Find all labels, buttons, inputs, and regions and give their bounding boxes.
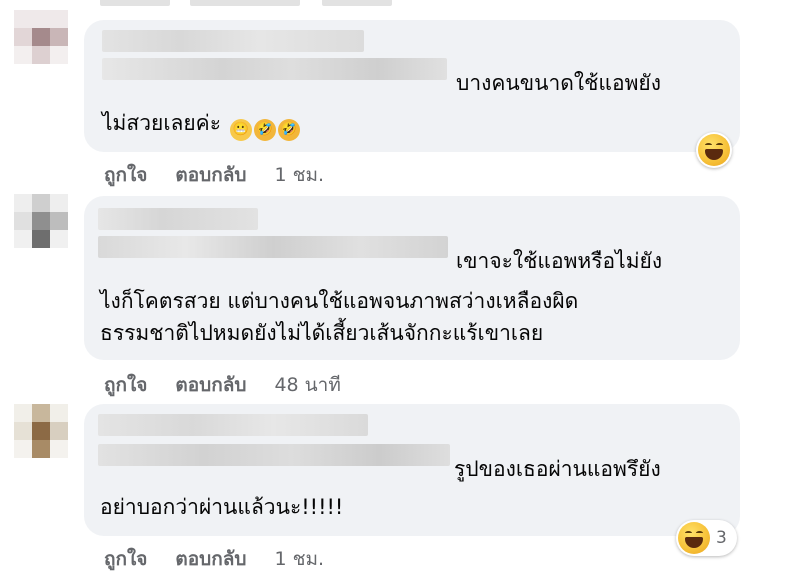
grimace-emoji: 😬 [229, 119, 252, 141]
avatar[interactable] [14, 194, 68, 248]
comment-text-line-1: เขาจะใช้แอพหรือไม่ยัง [456, 249, 663, 273]
reply-button[interactable]: ตอบกลับ [175, 370, 246, 400]
comment-actions: ถูกใจ ตอบกลับ 1 ชม. [104, 544, 324, 574]
comment-text-line-1: บางคนขนาดใช้แอพยัง [456, 71, 661, 95]
avatar[interactable] [14, 404, 68, 458]
comment-bubble: บางคนขนาดใช้แอพยัง ไม่สวยเลยค่ะ 😬 🤣 🤣 [84, 20, 740, 152]
timestamp[interactable]: 1 ชม. [274, 160, 324, 190]
comment-bubble: เขาจะใช้แอพหรือไม่ยัง ไงก็โคตรสวย แต่บาง… [84, 196, 740, 360]
comment-text-line-3: ธรรมชาติไปหมดยังไม่ได้เสี้ยวเส้นจักกะแร้… [100, 321, 544, 345]
avatar[interactable] [14, 10, 68, 64]
timestamp[interactable]: 1 ชม. [274, 544, 324, 574]
comment-text-line-1: รูปของเธอผ่านแอพรึยัง [454, 457, 661, 481]
comment-text-line-2: ไม่สวยเลยค่ะ 😬 🤣 🤣 [102, 106, 300, 141]
comment-text-blurred [98, 236, 448, 258]
rofl-emoji: 🤣 [277, 119, 300, 141]
commenter-name-blurred[interactable] [98, 208, 258, 230]
commenter-name-blurred[interactable] [102, 30, 364, 52]
haha-reaction-icon [698, 134, 730, 166]
rofl-emoji: 🤣 [253, 119, 276, 141]
like-button[interactable]: ถูกใจ [104, 160, 147, 190]
comment-actions: ถูกใจ ตอบกลับ 1 ชม. [104, 160, 324, 190]
comment-text-line-2: อย่าบอกว่าผ่านแล้วนะ!!!!! [100, 495, 344, 519]
reply-button[interactable]: ตอบกลับ [175, 160, 246, 190]
previous-comment-actions-cropped [0, 0, 800, 10]
reply-button[interactable]: ตอบกลับ [175, 544, 246, 574]
haha-reaction-icon [678, 522, 710, 554]
reaction-count: 3 [716, 528, 727, 548]
comment-actions: ถูกใจ ตอบกลับ 48 นาที [104, 370, 341, 400]
comment-text-line-2: ไงก็โคตรสวย แต่บางคนใช้แอพจนภาพสว่างเหลื… [100, 289, 579, 313]
comment-text-blurred [98, 444, 450, 466]
like-button[interactable]: ถูกใจ [104, 544, 147, 574]
reaction-summary[interactable] [696, 132, 732, 168]
comment-bubble: รูปของเธอผ่านแอพรึยัง อย่าบอกว่าผ่านแล้ว… [84, 404, 740, 536]
reaction-summary[interactable]: 3 [676, 520, 737, 556]
comment-text-blurred [102, 58, 447, 80]
commenter-name-blurred[interactable] [98, 414, 368, 436]
like-button[interactable]: ถูกใจ [104, 370, 147, 400]
timestamp[interactable]: 48 นาที [274, 370, 340, 400]
